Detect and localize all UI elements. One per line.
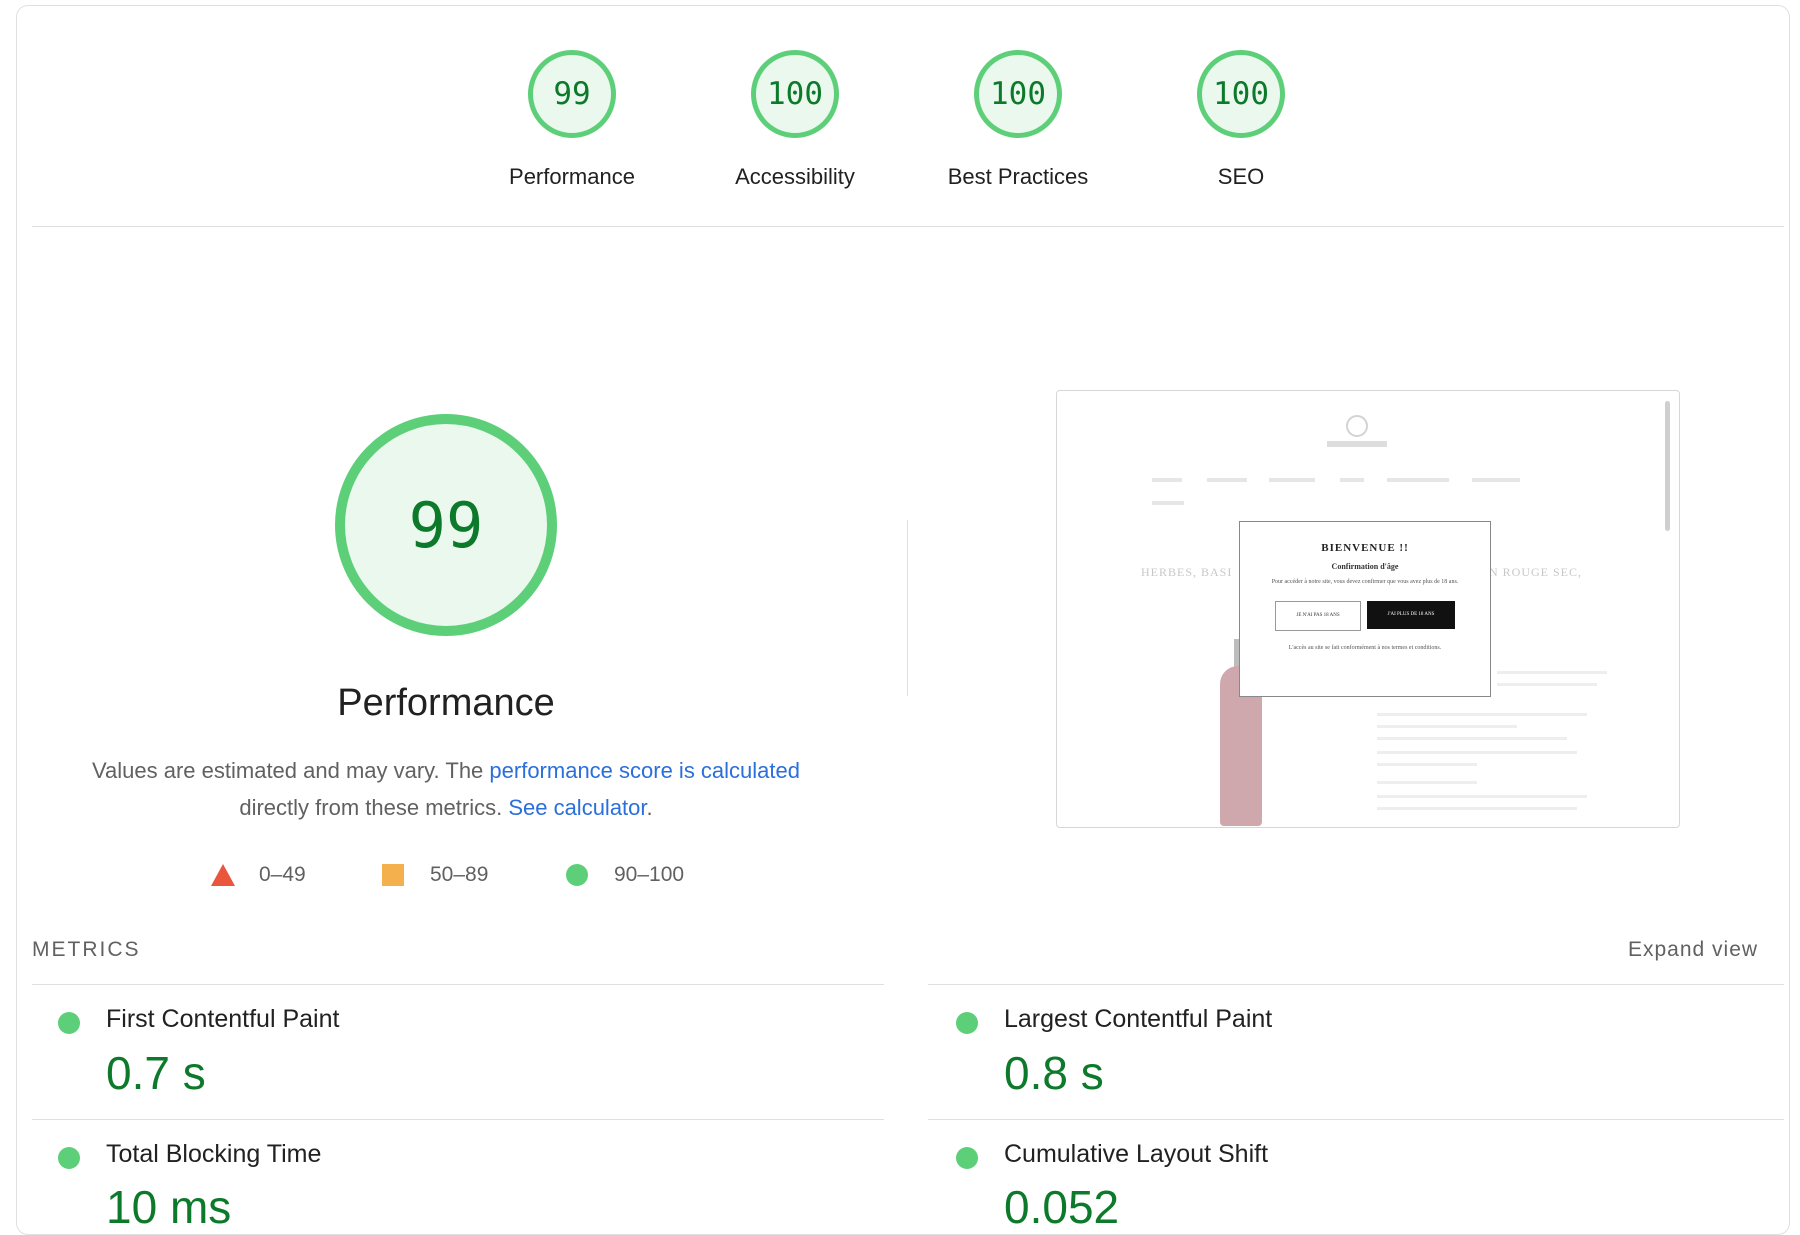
pass-circle-icon — [58, 1012, 80, 1034]
vertical-divider — [907, 520, 908, 696]
legend-label: 50–89 — [430, 863, 489, 886]
text-line — [1377, 713, 1587, 716]
modal-subtitle: Confirmation d'âge — [1331, 562, 1399, 571]
category-label: Best Practices — [947, 164, 1089, 189]
metric-value-cls: 0.052 — [1004, 1181, 1120, 1233]
nav-item — [1340, 478, 1364, 482]
product-heading-right: N ROUGE SEC, — [1489, 565, 1583, 579]
metric-value-fcp: 0.7 s — [106, 1047, 206, 1099]
product-heading-left: HERBES, BASI — [1141, 565, 1233, 579]
text-line — [1377, 795, 1587, 798]
text-line — [1377, 807, 1577, 810]
divider — [928, 1119, 1784, 1120]
nav-item — [1152, 478, 1182, 482]
legend-label: 0–49 — [259, 863, 306, 886]
modal-text: Pour accéder à notre site, vous devez co… — [1271, 579, 1459, 585]
metric-value-lcp: 0.8 s — [1004, 1047, 1104, 1099]
metric-value-tbt: 10 ms — [106, 1181, 232, 1233]
logo-icon — [1346, 415, 1368, 437]
modal-buttons: JE N'AI PAS 18 ANS J'AI PLUS DE 18 ANS — [1240, 601, 1490, 631]
legend-fail: 0–49 — [211, 863, 306, 887]
metric-title-fcp: First Contentful Paint — [106, 1005, 340, 1033]
circle-icon — [566, 864, 588, 886]
expand-view-toggle[interactable]: Expand view — [1628, 938, 1758, 962]
category-label: Accessibility — [735, 164, 855, 189]
modal-title: BIENVENUE !! — [1321, 542, 1409, 554]
logo-text — [1327, 441, 1387, 447]
divider — [928, 984, 1784, 985]
divider — [32, 1119, 884, 1120]
accessibility-gauge: 100 — [751, 50, 839, 138]
square-icon — [382, 864, 404, 886]
see-calculator-link[interactable]: See calculator — [508, 795, 646, 820]
nav-item — [1472, 478, 1520, 482]
nav-item — [1269, 478, 1315, 482]
modal-footer: L'accès au site se fait conformément à n… — [1288, 645, 1442, 651]
desc-text: . — [646, 795, 653, 820]
legend-average: 50–89 — [382, 863, 488, 887]
metric-title-lcp: Largest Contentful Paint — [1004, 1005, 1273, 1033]
performance-score-gauge: 99 — [335, 414, 557, 636]
metrics-header: METRICS — [32, 938, 141, 961]
category-seo[interactable]: 100 SEO — [1151, 50, 1331, 190]
pass-circle-icon — [58, 1147, 80, 1169]
nav-item — [1207, 478, 1247, 482]
performance-title: Performance — [337, 682, 555, 724]
age-modal: BIENVENUE !! Confirmation d'âge Pour acc… — [1239, 521, 1491, 697]
category-label: Performance — [509, 164, 635, 189]
divider — [32, 984, 884, 985]
performance-gauge: 99 — [528, 50, 616, 138]
final-screenshot[interactable]: HERBES, BASI N ROUGE SEC, BIENVENUE !! C… — [1056, 390, 1680, 828]
metric-title-tbt: Total Blocking Time — [106, 1140, 322, 1168]
scrollbar — [1665, 401, 1670, 531]
best-practices-gauge: 100 — [974, 50, 1062, 138]
text-line — [1377, 725, 1517, 728]
category-label: SEO — [1217, 164, 1265, 189]
pass-circle-icon — [956, 1147, 978, 1169]
category-accessibility[interactable]: 100 Accessibility — [705, 50, 885, 190]
accept-button: J'AI PLUS DE 18 ANS — [1367, 601, 1455, 629]
text-line — [1497, 683, 1597, 686]
metric-title-cls: Cumulative Layout Shift — [1004, 1140, 1269, 1168]
performance-description: Values are estimated and may vary. The p… — [60, 752, 832, 826]
score-calculated-link[interactable]: performance score is calculated — [489, 758, 800, 783]
legend-pass: 90–100 — [566, 863, 684, 887]
legend-label: 90–100 — [614, 863, 685, 886]
category-best-practices[interactable]: 100 Best Practices — [928, 50, 1108, 190]
text-line — [1377, 763, 1477, 766]
text-line — [1497, 671, 1607, 674]
nav-item — [1152, 501, 1184, 505]
seo-gauge: 100 — [1197, 50, 1285, 138]
triangle-icon — [211, 864, 235, 886]
text-line — [1377, 737, 1567, 740]
text-line — [1377, 781, 1477, 784]
decline-button: JE N'AI PAS 18 ANS — [1275, 601, 1361, 631]
divider — [32, 226, 1784, 227]
pass-circle-icon — [956, 1012, 978, 1034]
desc-text: Values are estimated and may vary. The — [91, 758, 490, 783]
category-performance[interactable]: 99 Performance — [482, 50, 662, 190]
text-line — [1377, 751, 1577, 754]
nav-item — [1387, 478, 1449, 482]
desc-text: directly from these metrics. — [239, 795, 509, 820]
